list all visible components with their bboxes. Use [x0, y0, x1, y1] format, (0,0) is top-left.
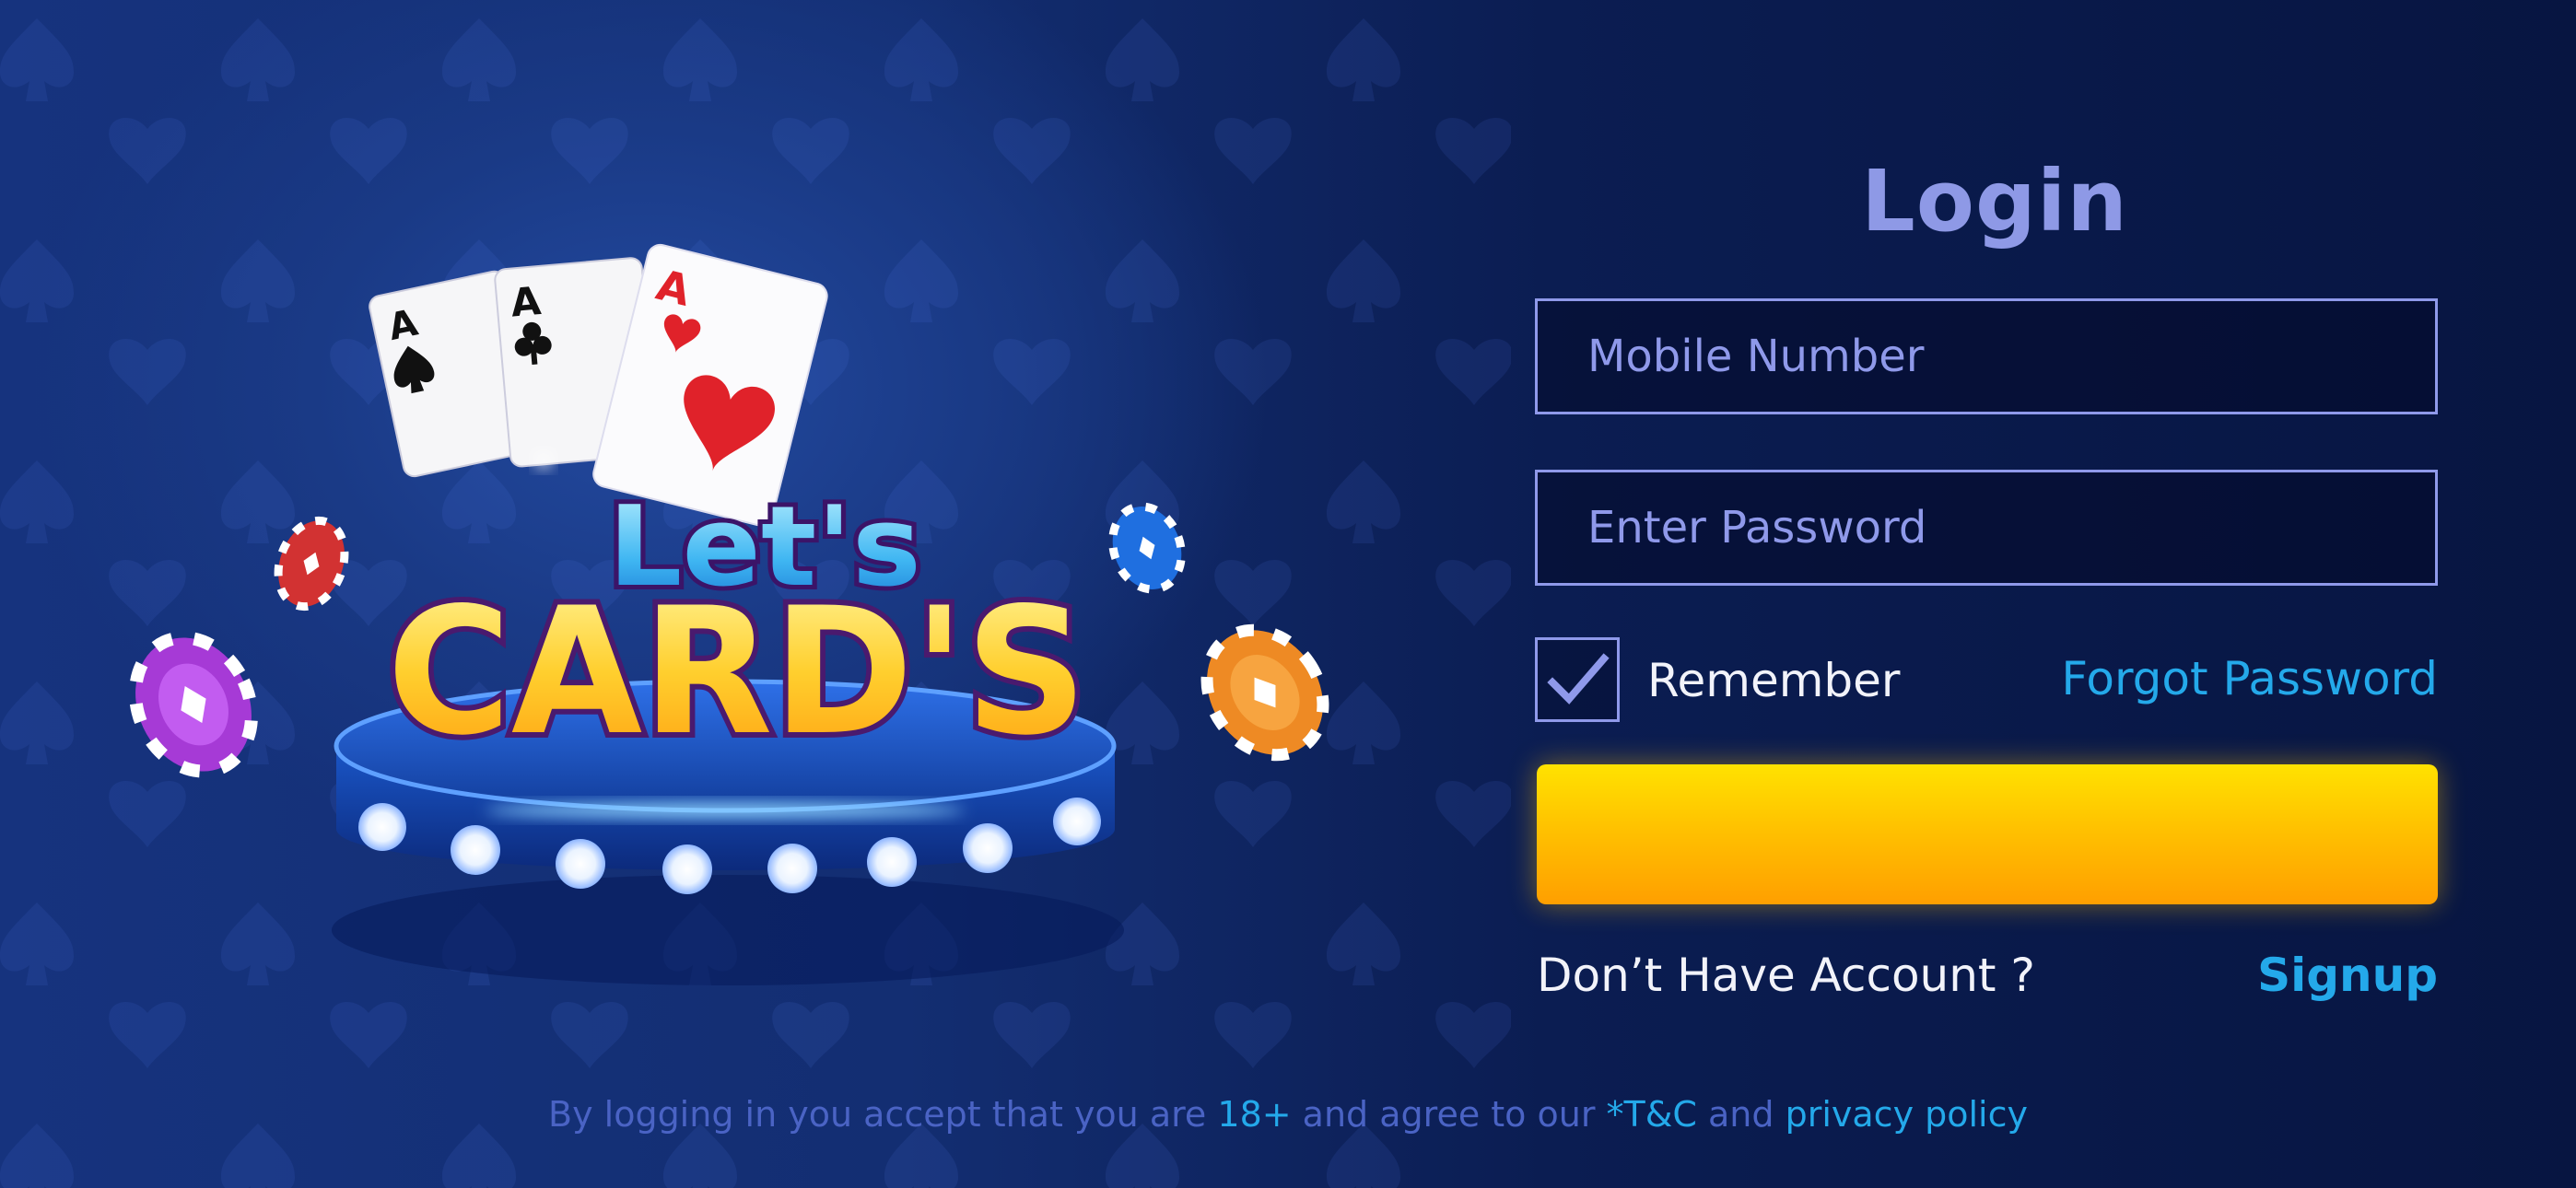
- password-input[interactable]: [1538, 472, 2435, 583]
- sparkle-icon: [536, 453, 551, 468]
- footer-and: and: [1696, 1094, 1786, 1135]
- terms-footer: By logging in you accept that you are 18…: [0, 1094, 2576, 1135]
- mobile-number-input[interactable]: [1538, 301, 2435, 412]
- login-button[interactable]: [1537, 764, 2438, 904]
- red-poker-chip: [274, 516, 349, 611]
- signup-link[interactable]: Signup: [2211, 949, 2438, 1002]
- remember-label: Remember: [1647, 654, 1901, 707]
- privacy-policy-link[interactable]: privacy policy: [1786, 1094, 2028, 1135]
- checkmark-icon: [1547, 653, 1610, 705]
- password-field[interactable]: [1535, 470, 2438, 586]
- mobile-number-field[interactable]: [1535, 298, 2438, 414]
- login-title: Login: [1861, 152, 2128, 250]
- forgot-password-link[interactable]: Forgot Password: [2058, 652, 2438, 705]
- footer-prefix: By logging in you accept that you are: [548, 1094, 1218, 1135]
- lets-cards-logo: A A A CARD'S Let's: [129, 243, 1329, 985]
- no-account-text: Don’t Have Account ?: [1537, 949, 2035, 1002]
- blue-poker-chip: [1108, 502, 1186, 594]
- remember-checkbox[interactable]: [1535, 637, 1620, 722]
- purple-poker-chip: [129, 631, 258, 778]
- age-requirement: 18+: [1217, 1094, 1292, 1135]
- footer-middle: and agree to our: [1291, 1094, 1607, 1135]
- logo-text-lets: Let's: [608, 483, 921, 611]
- terms-link[interactable]: *T&C: [1607, 1094, 1697, 1135]
- orange-poker-chip: [1200, 623, 1329, 762]
- card-rank: A: [509, 278, 543, 326]
